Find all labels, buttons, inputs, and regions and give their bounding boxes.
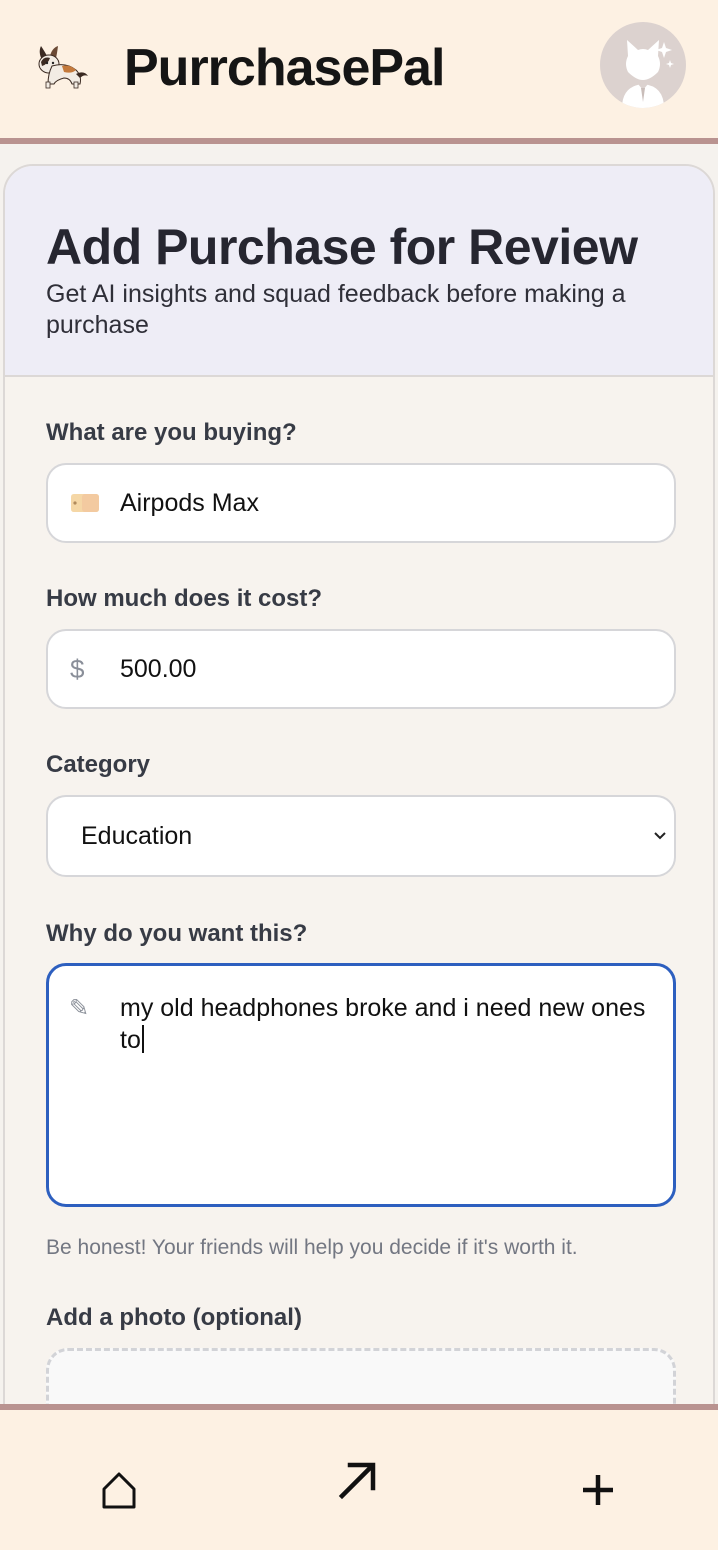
- cost-label: How much does it cost?: [46, 585, 323, 612]
- page-title: Add Purchase for Review: [46, 219, 638, 275]
- price-tag-icon: [70, 465, 100, 541]
- category-selected: Education: [81, 821, 193, 850]
- user-avatar[interactable]: [600, 22, 686, 108]
- reason-hint: Be honest! Your friends will help you de…: [46, 1236, 578, 1259]
- pencil-icon: ✎: [69, 995, 90, 1022]
- reason-value: my old headphones broke and i need new o…: [120, 994, 646, 1054]
- bottom-nav: [0, 1404, 718, 1550]
- arrow-up-right-icon: [338, 1462, 376, 1500]
- photo-label: Add a photo (optional): [46, 1304, 302, 1331]
- app-root: PurrchasePal Add Purchase for Review Get…: [0, 0, 718, 1550]
- text-caret: [141, 1025, 144, 1053]
- reason-label: Why do you want this?: [46, 920, 308, 947]
- cost-input[interactable]: $ 500.00: [46, 629, 676, 709]
- app-header: PurrchasePal: [0, 0, 718, 144]
- nav-home-button[interactable]: [79, 1450, 159, 1530]
- cat-logo-icon: [38, 46, 88, 89]
- cost-value: 500.00: [120, 654, 197, 683]
- page-subtitle: Get AI insights and squad feedback befor…: [46, 280, 626, 339]
- card-header: Add Purchase for Review Get AI insights …: [5, 166, 713, 377]
- currency-prefix: $: [70, 653, 85, 684]
- item-value: Airpods Max: [120, 488, 259, 517]
- chevron-down-icon: [650, 797, 670, 875]
- nav-add-button[interactable]: [558, 1450, 638, 1530]
- category-select[interactable]: Education: [46, 795, 676, 877]
- plus-icon: [583, 1475, 613, 1505]
- add-purchase-card: Add Purchase for Review Get AI insights …: [3, 164, 715, 1464]
- cat-avatar-icon: [622, 40, 674, 108]
- category-label: Category: [46, 751, 151, 778]
- item-label: What are you buying?: [46, 419, 297, 446]
- reason-textarea[interactable]: ✎ my old headphones broke and i need new…: [46, 963, 676, 1207]
- app-title: PurrchasePal: [124, 39, 445, 97]
- item-input[interactable]: Airpods Max: [46, 463, 676, 543]
- home-icon: [102, 1472, 136, 1509]
- nav-trending-button[interactable]: [318, 1440, 398, 1520]
